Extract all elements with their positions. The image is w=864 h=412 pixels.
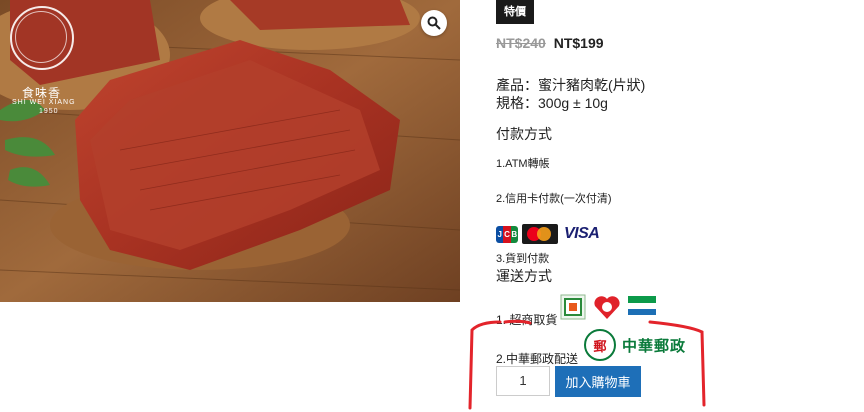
- original-price: NT$240: [496, 35, 546, 51]
- card-logos: JCB VISA: [496, 224, 600, 244]
- product-image[interactable]: 食味香 SHI WEI XIANG 1950: [0, 0, 460, 302]
- shipping-option-convenience: 1. 超商取貨: [496, 313, 558, 327]
- familymart-icon: [628, 296, 656, 320]
- logo-year: 1950: [39, 108, 59, 115]
- mastercard-icon: [522, 224, 558, 244]
- add-to-cart-button[interactable]: 加入購物車: [555, 366, 641, 397]
- brand-logo: 食味香 SHI WEI XIANG 1950: [4, 4, 84, 115]
- post-emblem-icon: 郵: [584, 329, 616, 361]
- logo-ring-inner: [15, 11, 67, 63]
- payment-heading: 付款方式: [496, 126, 552, 142]
- zoom-button[interactable]: [421, 10, 447, 36]
- hi-life-icon: [594, 296, 620, 319]
- jcb-icon: JCB: [496, 225, 518, 243]
- sale-price: NT$199: [553, 35, 604, 51]
- payment-option-credit: 2.信用卡付款(一次付清): [496, 193, 612, 205]
- store-logos: [560, 294, 656, 320]
- sale-badge: 特價: [496, 0, 534, 24]
- logo-english: SHI WEI XIANG: [12, 99, 76, 106]
- price: NT$240 NT$199: [496, 35, 604, 51]
- quantity-input[interactable]: 1: [496, 366, 550, 396]
- magnifier-icon: [427, 16, 441, 30]
- seven-eleven-icon: [560, 294, 586, 320]
- shipping-heading: 運送方式: [496, 268, 552, 284]
- payment-option-atm: 1.ATM轉帳: [496, 158, 550, 170]
- shipping-option-post: 2.中華郵政配送: [496, 352, 579, 366]
- post-logo-text: 中華郵政: [622, 337, 687, 355]
- chunghwa-post-logo: 郵 中華郵政: [584, 329, 686, 361]
- product-name: 產品：蜜汁豬肉乾(片狀): [496, 77, 646, 93]
- payment-option-cod: 3.貨到付款: [496, 253, 550, 265]
- quantity-value: 1: [519, 373, 527, 388]
- product-spec: 規格：300g ± 10g: [496, 95, 608, 111]
- visa-icon: VISA: [564, 225, 600, 242]
